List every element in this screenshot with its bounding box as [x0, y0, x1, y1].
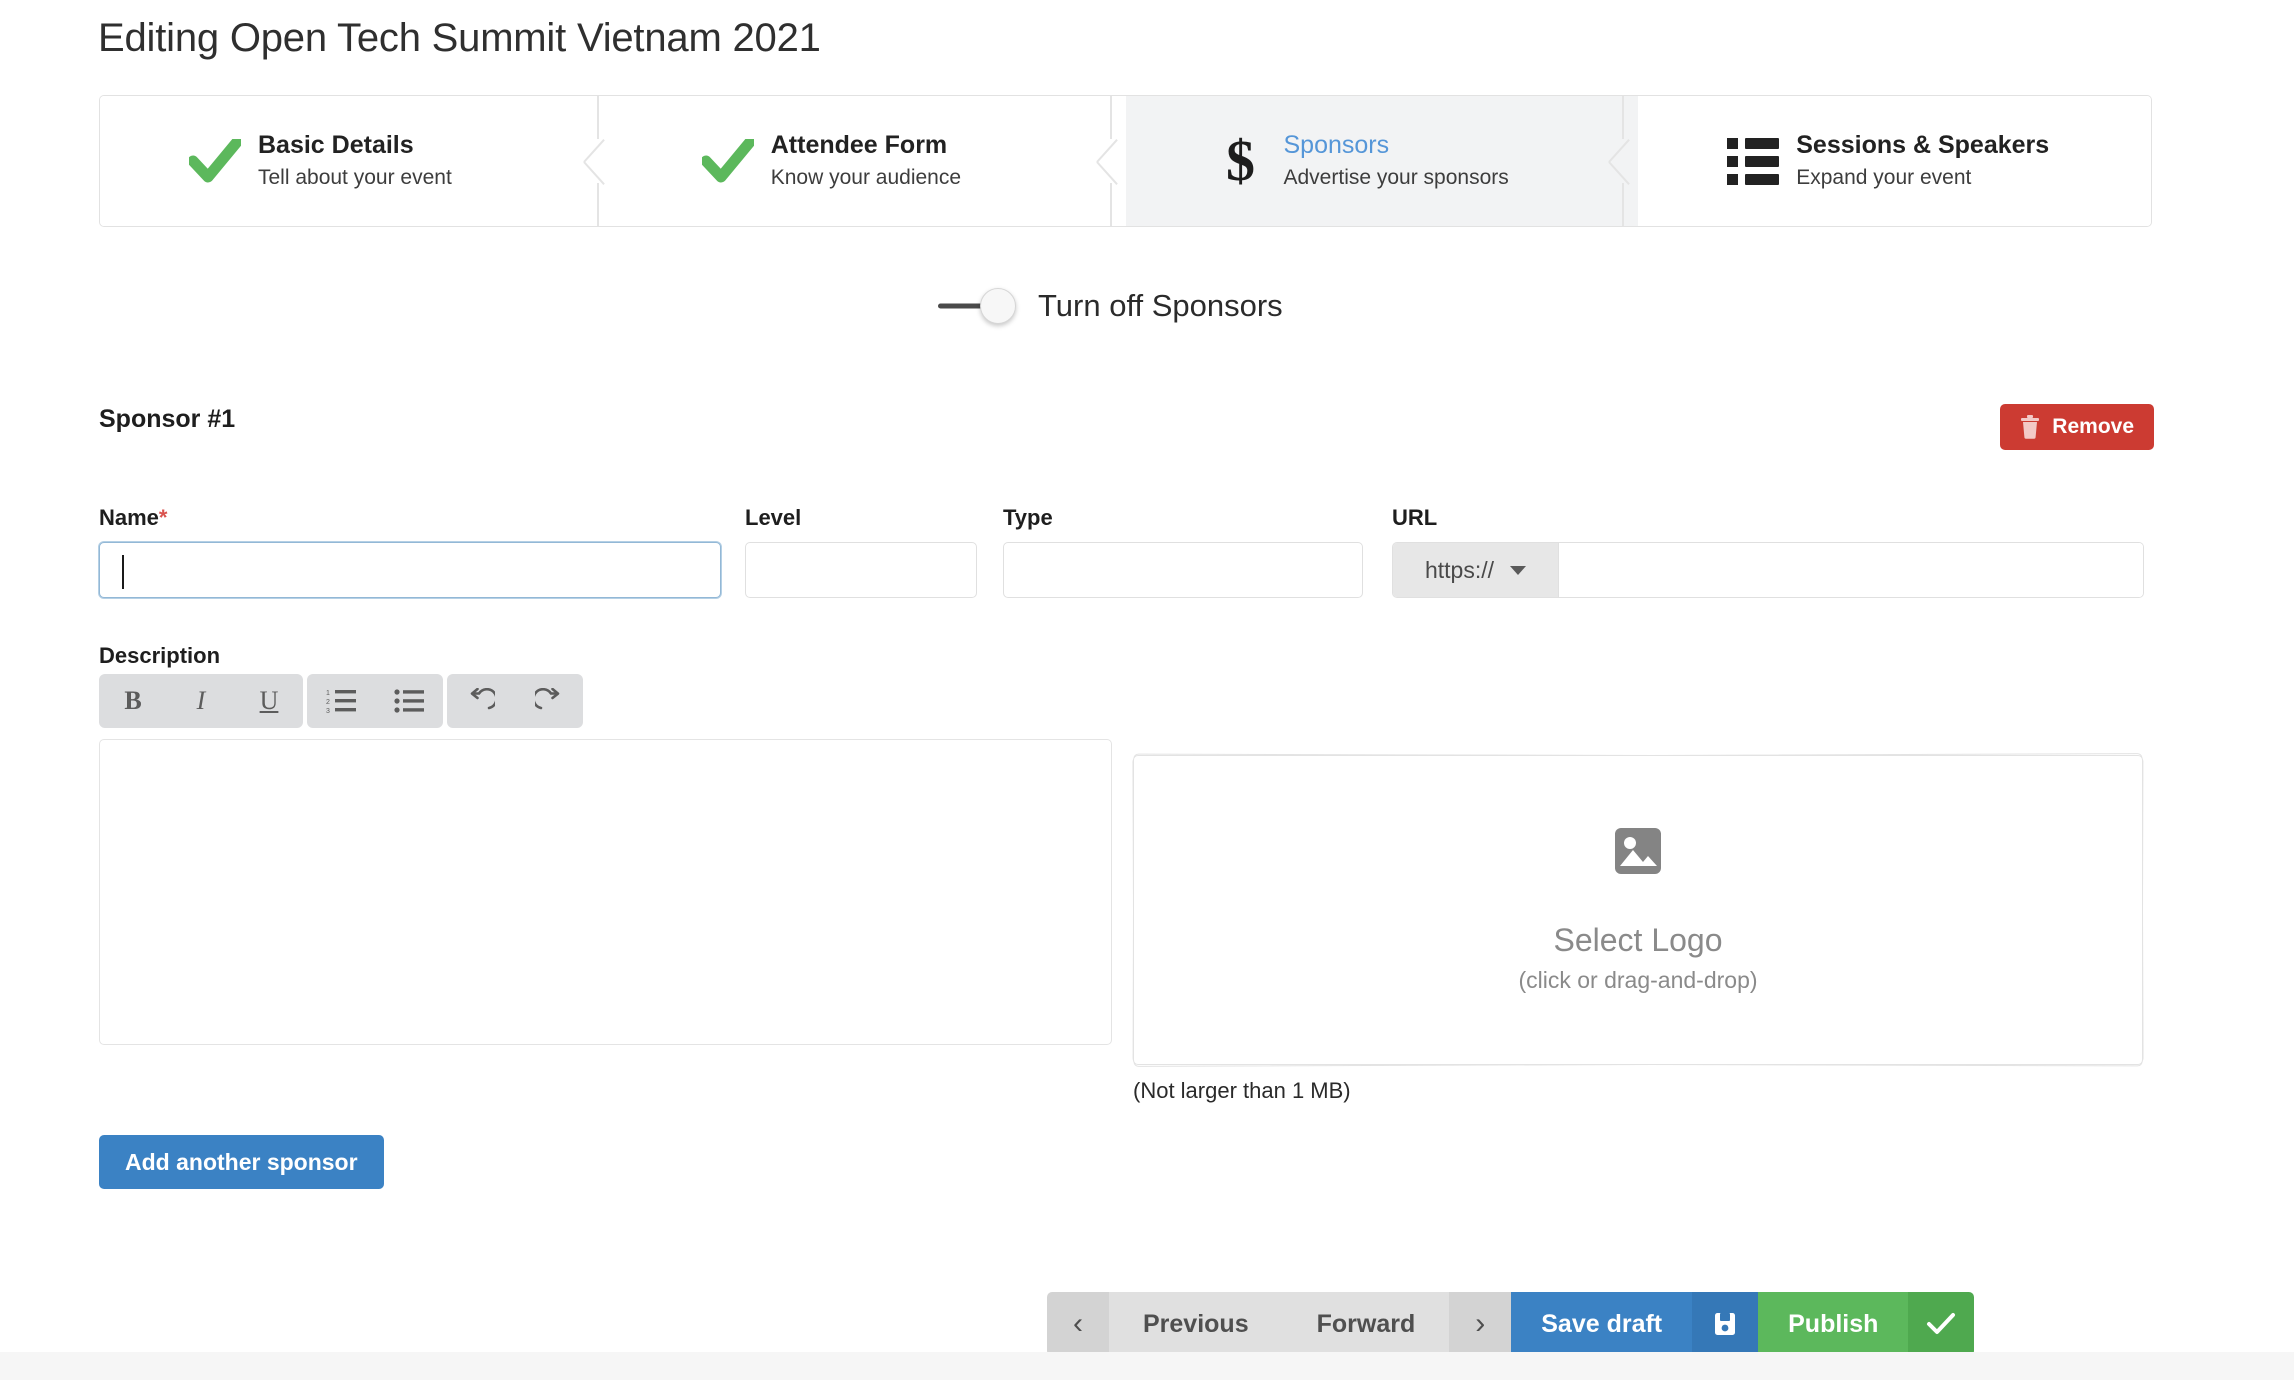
toggle-knob — [980, 288, 1016, 324]
step-divider-line — [596, 96, 599, 139]
url-scheme-value: https:// — [1424, 556, 1495, 583]
floppy-disk-icon[interactable] — [1692, 1292, 1759, 1356]
previous-button[interactable]: Previous — [1109, 1292, 1283, 1356]
rte-group-history — [447, 674, 583, 728]
chevron-right-divider — [584, 96, 614, 226]
page-bottom-strip — [0, 1352, 2294, 1380]
svg-text:1: 1 — [326, 690, 330, 697]
type-label: Type — [1003, 505, 1053, 530]
logo-dropzone-title: Select Logo — [1553, 922, 1723, 959]
remove-sponsor-button[interactable]: Remove — [2000, 404, 2154, 450]
logo-dropzone-subtitle: (click or drag-and-drop) — [1518, 966, 1758, 993]
chevron-down-icon — [1510, 565, 1527, 575]
name-label-text: Name — [99, 505, 159, 530]
logo-dropzone[interactable]: Select Logo (click or drag-and-drop) — [1132, 753, 2144, 1067]
text-cursor — [122, 555, 124, 589]
forward-chevron-icon[interactable]: › — [1449, 1292, 1512, 1356]
rte-group-lists: 1 2 3 — [307, 674, 443, 728]
description-editor-body[interactable] — [99, 739, 1112, 1045]
rte-group-format: B I U — [99, 674, 303, 728]
sponsor-level-input[interactable] — [745, 542, 977, 598]
sponsor-url-group: https:// — [1392, 542, 2144, 598]
publish-button[interactable]: Publish — [1758, 1292, 1909, 1356]
wizard-step-subtitle: Advertise your sponsors — [1283, 166, 1509, 190]
trash-icon — [2020, 415, 2040, 439]
step-divider-line — [596, 183, 599, 226]
add-another-sponsor-button[interactable]: Add another sponsor — [99, 1135, 384, 1189]
check-icon — [699, 139, 757, 183]
svg-text:3: 3 — [326, 708, 330, 714]
wizard-step-subtitle: Expand your event — [1796, 166, 1972, 190]
wizard-step-attendee-form[interactable]: Attendee Form Know your audience — [612, 96, 1127, 226]
remove-button-label: Remove — [2052, 415, 2134, 438]
sponsor-heading: Sponsor #1 — [99, 405, 236, 433]
undo-icon[interactable] — [447, 674, 515, 728]
sponsor-name-input[interactable] — [99, 542, 721, 598]
turn-off-sponsors-toggle[interactable] — [938, 288, 1016, 324]
required-asterisk: * — [158, 505, 168, 530]
redo-icon[interactable] — [515, 674, 583, 728]
chevron-right-divider — [1097, 96, 1127, 226]
wizard-steps: Basic Details Tell about your event Atte… — [99, 95, 2152, 227]
wizard-step-sponsors[interactable]: $ Sponsors Advertise your sponsors — [1125, 96, 1639, 226]
rich-text-toolbar: B I U 1 2 3 — [99, 674, 583, 728]
logo-dropzone-content: Select Logo (click or drag-and-drop) — [1133, 755, 2143, 1065]
underline-icon[interactable]: U — [235, 674, 303, 728]
bold-icon[interactable]: B — [99, 674, 167, 728]
svg-text:2: 2 — [326, 699, 330, 706]
logo-size-note: (Not larger than 1 MB) — [1133, 1078, 1351, 1103]
check-icon — [186, 139, 244, 183]
step-divider-line — [1109, 183, 1112, 226]
chevron-right-divider — [1609, 96, 1639, 226]
sponsors-editor-page: Editing Open Tech Summit Vietnam 2021 Ba… — [0, 0, 2294, 1380]
step-divider-line — [1622, 96, 1625, 139]
wizard-step-subtitle: Know your audience — [770, 166, 962, 190]
name-label: Name* — [99, 505, 167, 531]
unordered-list-icon[interactable] — [375, 674, 443, 728]
toggle-label: Turn off Sponsors — [1038, 288, 1283, 323]
italic-icon[interactable]: I — [167, 674, 235, 728]
wizard-step-sessions-speakers[interactable]: Sessions & Speakers Expand your event — [1638, 96, 2151, 226]
wizard-step-basic-details[interactable]: Basic Details Tell about your event — [100, 96, 613, 226]
level-label: Level — [745, 505, 802, 530]
turn-off-sponsors-row: Turn off Sponsors — [938, 288, 1283, 324]
sponsor-url-input[interactable] — [1559, 543, 2143, 597]
url-label: URL — [1392, 505, 1438, 530]
wizard-footer-actions: ‹ Previous Forward › Save draft Publish — [1047, 1292, 1975, 1356]
forward-button[interactable]: Forward — [1282, 1292, 1450, 1356]
wizard-step-subtitle: Tell about your event — [258, 166, 452, 190]
wizard-step-title: Basic Details — [258, 130, 414, 159]
wizard-step-title: Sessions & Speakers — [1796, 130, 2050, 159]
step-divider-line — [1109, 96, 1112, 139]
picture-icon — [1613, 826, 1663, 881]
check-icon[interactable] — [1908, 1292, 1975, 1356]
page-title: Editing Open Tech Summit Vietnam 2021 — [98, 16, 821, 60]
wizard-step-title: Attendee Form — [770, 130, 948, 159]
step-divider-line — [1622, 183, 1625, 226]
description-label: Description — [99, 643, 221, 668]
ordered-list-icon[interactable]: 1 2 3 — [307, 674, 375, 728]
list-icon — [1724, 137, 1782, 185]
url-scheme-dropdown[interactable]: https:// — [1393, 543, 1559, 597]
dollar-icon: $ — [1226, 128, 1255, 193]
sponsor-type-input[interactable] — [1003, 542, 1363, 598]
save-draft-button[interactable]: Save draft — [1511, 1292, 1693, 1356]
wizard-step-title: Sponsors — [1283, 130, 1390, 159]
previous-chevron-icon[interactable]: ‹ — [1047, 1292, 1109, 1356]
